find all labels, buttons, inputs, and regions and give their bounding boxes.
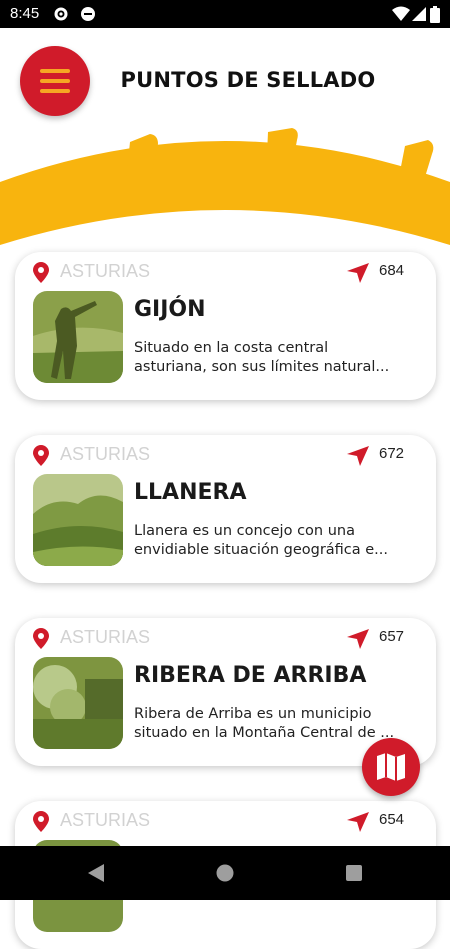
location-pin-icon xyxy=(33,445,49,466)
distance-value: 654 xyxy=(379,811,405,828)
location-pin-icon xyxy=(33,811,49,832)
description-line: Ribera de Arriba es un municipio xyxy=(134,706,372,722)
status-time: 8:45 xyxy=(10,5,40,22)
sun-decoration xyxy=(0,128,450,245)
recents-icon[interactable] xyxy=(346,865,362,881)
place-name: GIJÓN xyxy=(134,297,206,322)
region-label: ASTURIAS xyxy=(60,444,151,464)
region-label: ASTURIAS xyxy=(60,261,151,281)
navigation-arrow-icon xyxy=(347,629,369,649)
place-thumbnail xyxy=(33,291,123,383)
list-item[interactable]: ASTURIAS 684 GIJÓN Situado en la costa c… xyxy=(15,252,436,400)
navigation-arrow-icon xyxy=(347,812,369,832)
system-nav-bar xyxy=(0,846,450,900)
place-thumbnail xyxy=(33,474,123,566)
description-line: envidiable situación geográfica e... xyxy=(134,542,389,558)
list-item[interactable]: ASTURIAS 672 LLANERA Llanera es un conce… xyxy=(15,435,436,583)
home-icon[interactable] xyxy=(216,864,234,882)
place-name: LLANERA xyxy=(134,480,247,505)
description-line: asturiana, son sus límites natural... xyxy=(134,359,390,375)
status-bar: 8:45 xyxy=(0,0,450,28)
map-button[interactable] xyxy=(362,738,420,796)
gear-icon xyxy=(54,7,68,21)
battery-icon xyxy=(430,6,440,23)
place-name: RIBERA DE ARRIBA xyxy=(134,663,367,688)
signal-icon xyxy=(412,7,426,21)
region-label: ASTURIAS xyxy=(60,627,151,647)
place-description: Llanera es un concejo con una envidiable… xyxy=(134,522,424,560)
wifi-icon xyxy=(392,6,410,21)
navigation-arrow-icon xyxy=(347,263,369,283)
navigation-arrow-icon xyxy=(347,446,369,466)
place-description: Situado en la costa central asturiana, s… xyxy=(134,339,424,377)
description-line: Llanera es un concejo con una xyxy=(134,523,355,539)
distance-value: 672 xyxy=(379,445,405,462)
back-icon[interactable] xyxy=(88,864,104,882)
description-line: Situado en la costa central xyxy=(134,340,329,356)
map-icon xyxy=(377,753,405,781)
location-pin-icon xyxy=(33,262,49,283)
distance-value: 657 xyxy=(379,628,405,645)
region-label: ASTURIAS xyxy=(60,810,151,830)
circle-icon xyxy=(81,7,95,21)
page-title: PUNTOS DE SELLADO xyxy=(120,68,376,92)
place-thumbnail xyxy=(33,657,123,749)
location-pin-icon xyxy=(33,628,49,649)
distance-value: 684 xyxy=(379,262,405,279)
